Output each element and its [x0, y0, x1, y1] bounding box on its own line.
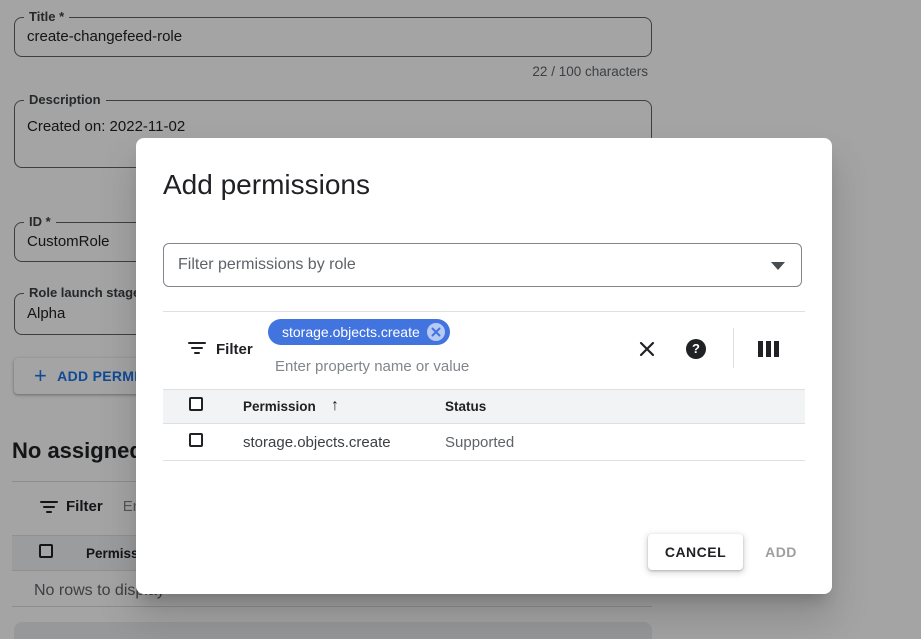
cancel-button[interactable]: CANCEL	[648, 534, 743, 570]
column-display-options-button[interactable]	[752, 333, 784, 365]
combobox-placeholder: Filter permissions by role	[178, 244, 356, 286]
status-column-header[interactable]: Status	[445, 399, 486, 414]
filter-permissions-by-role-combobox[interactable]: Filter permissions by role	[163, 243, 802, 287]
add-permissions-dialog: Add permissions Filter permissions by ro…	[136, 138, 832, 594]
permission-column-header[interactable]: Permission	[243, 399, 316, 414]
filter-chip-label: storage.objects.create	[282, 319, 420, 345]
filter-value-input[interactable]: Enter property name or value	[275, 358, 469, 375]
help-icon: ?	[686, 339, 706, 359]
chevron-down-icon	[771, 262, 785, 270]
filter-icon	[188, 342, 206, 354]
clear-filters-button[interactable]	[631, 333, 663, 365]
close-icon	[431, 327, 441, 337]
permission-cell: storage.objects.create	[243, 434, 391, 451]
columns-icon	[758, 341, 779, 357]
divider	[163, 311, 805, 312]
filter-chip[interactable]: storage.objects.create	[268, 319, 450, 345]
close-icon	[637, 339, 657, 359]
sort-ascending-icon[interactable]: ↑	[331, 397, 339, 415]
table-row: storage.objects.create Supported	[163, 425, 805, 461]
create-role-screen: Title * create-changefeed-role 22 / 100 …	[0, 0, 921, 639]
filter-label: Filter	[216, 341, 253, 358]
dialog-table-header: Permission ↑ Status	[163, 389, 805, 424]
dialog-title: Add permissions	[163, 169, 370, 201]
add-button[interactable]: ADD	[753, 534, 809, 570]
row-checkbox[interactable]	[189, 433, 203, 447]
status-cell: Supported	[445, 434, 514, 451]
divider	[733, 328, 734, 368]
select-all-checkbox[interactable]	[189, 397, 203, 411]
chip-remove-button[interactable]	[427, 323, 445, 341]
help-button[interactable]: ?	[680, 333, 712, 365]
